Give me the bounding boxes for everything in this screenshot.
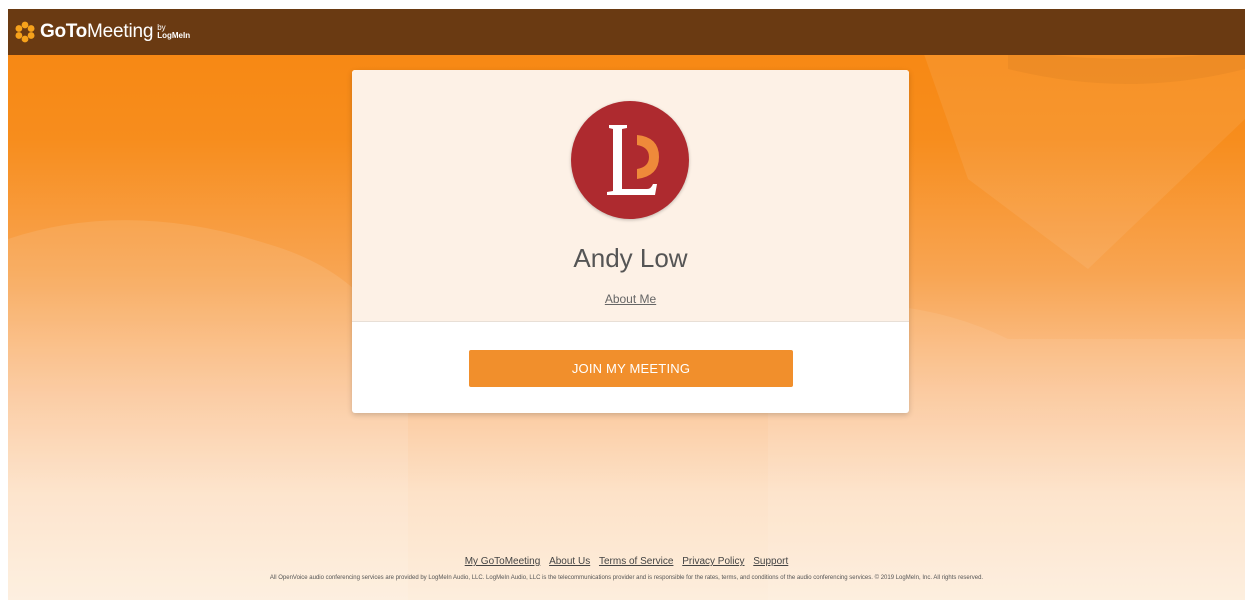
organizer-name: Andy Low xyxy=(573,243,688,273)
logo-meeting-text: Meeting xyxy=(87,21,154,42)
top-bar: GoTo Meeting by LogMeIn xyxy=(8,9,1245,55)
logo-by-logmein: by LogMeIn xyxy=(157,24,190,40)
asterisk-flower-icon xyxy=(15,21,35,43)
logo-logmein-text: LogMeIn xyxy=(157,31,191,40)
logo-goto-text: GoTo xyxy=(40,21,87,42)
page-background: GoTo Meeting by LogMeIn Andy Low About M… xyxy=(8,9,1245,600)
footer-link-terms-of-service[interactable]: Terms of Service xyxy=(599,556,673,567)
footer-link-support[interactable]: Support xyxy=(753,556,788,567)
about-me-link[interactable]: About Me xyxy=(605,292,656,306)
gotomeeting-logo[interactable]: GoTo Meeting by LogMeIn xyxy=(14,9,190,55)
about-me-container: About Me xyxy=(352,292,909,306)
footer-links: My GoToMeeting About Us Terms of Service… xyxy=(8,556,1245,567)
footer-link-my-gotomeeting[interactable]: My GoToMeeting xyxy=(465,556,541,567)
footer-link-about-us[interactable]: About Us xyxy=(549,556,590,567)
join-meeting-button[interactable]: JOIN MY MEETING xyxy=(469,350,793,387)
avatar-monogram xyxy=(607,125,659,195)
footer-link-privacy-policy[interactable]: Privacy Policy xyxy=(682,556,744,567)
avatar xyxy=(571,101,689,219)
organizer-card: Andy Low About Me JOIN MY MEETING xyxy=(352,70,909,413)
footer-legal-text: All OpenVoice audio conferencing service… xyxy=(269,575,984,581)
organizer-profile: Andy Low About Me xyxy=(352,70,909,322)
